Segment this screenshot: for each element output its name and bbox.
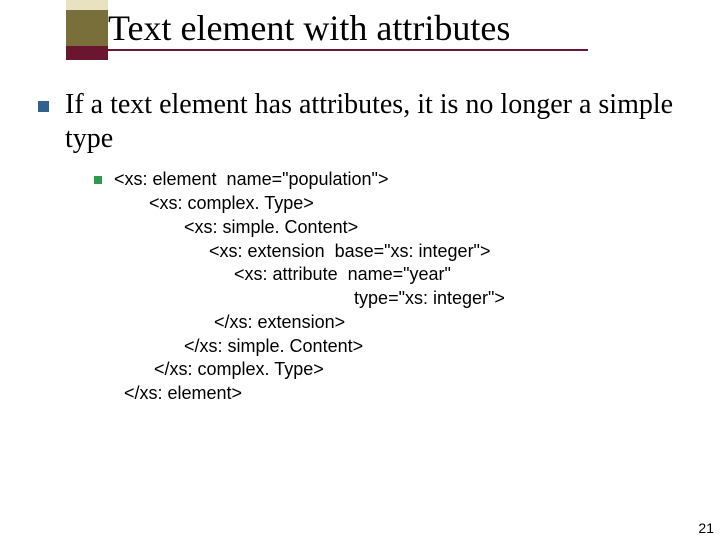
code-line: <xs: extension base="xs: integer"> xyxy=(114,241,490,261)
code-line: <xs: attribute name="year" xyxy=(114,264,451,284)
code-line: </xs: element> xyxy=(114,383,242,403)
accent-segment xyxy=(66,10,108,46)
code-line: </xs: simple. Content> xyxy=(114,336,363,356)
accent-segment xyxy=(66,46,108,60)
accent-segment xyxy=(66,0,108,10)
slide-title: Text element with attributes xyxy=(108,8,588,49)
bullet-text: If a text element has attributes, it is … xyxy=(65,88,690,156)
code-line: type="xs: integer"> xyxy=(114,288,505,308)
square-bullet-icon xyxy=(94,176,102,184)
slide: Text element with attributes If a text e… xyxy=(0,0,720,540)
square-bullet-icon xyxy=(38,101,49,112)
code-block: <xs: element name="population"> <xs: com… xyxy=(114,168,505,406)
title-accent xyxy=(66,0,108,62)
bullet-level-2: <xs: element name="population"> <xs: com… xyxy=(94,168,690,406)
slide-body: If a text element has attributes, it is … xyxy=(38,88,690,406)
page-number: 21 xyxy=(698,520,714,536)
code-line: <xs: complex. Type> xyxy=(114,193,314,213)
bullet-level-1: If a text element has attributes, it is … xyxy=(38,88,690,156)
title-underline xyxy=(108,49,588,51)
code-line: </xs: complex. Type> xyxy=(114,359,324,379)
code-line: </xs: extension> xyxy=(114,312,345,332)
title-block: Text element with attributes xyxy=(108,8,588,51)
code-line: <xs: element name="population"> xyxy=(114,169,388,189)
code-line: <xs: simple. Content> xyxy=(114,217,358,237)
